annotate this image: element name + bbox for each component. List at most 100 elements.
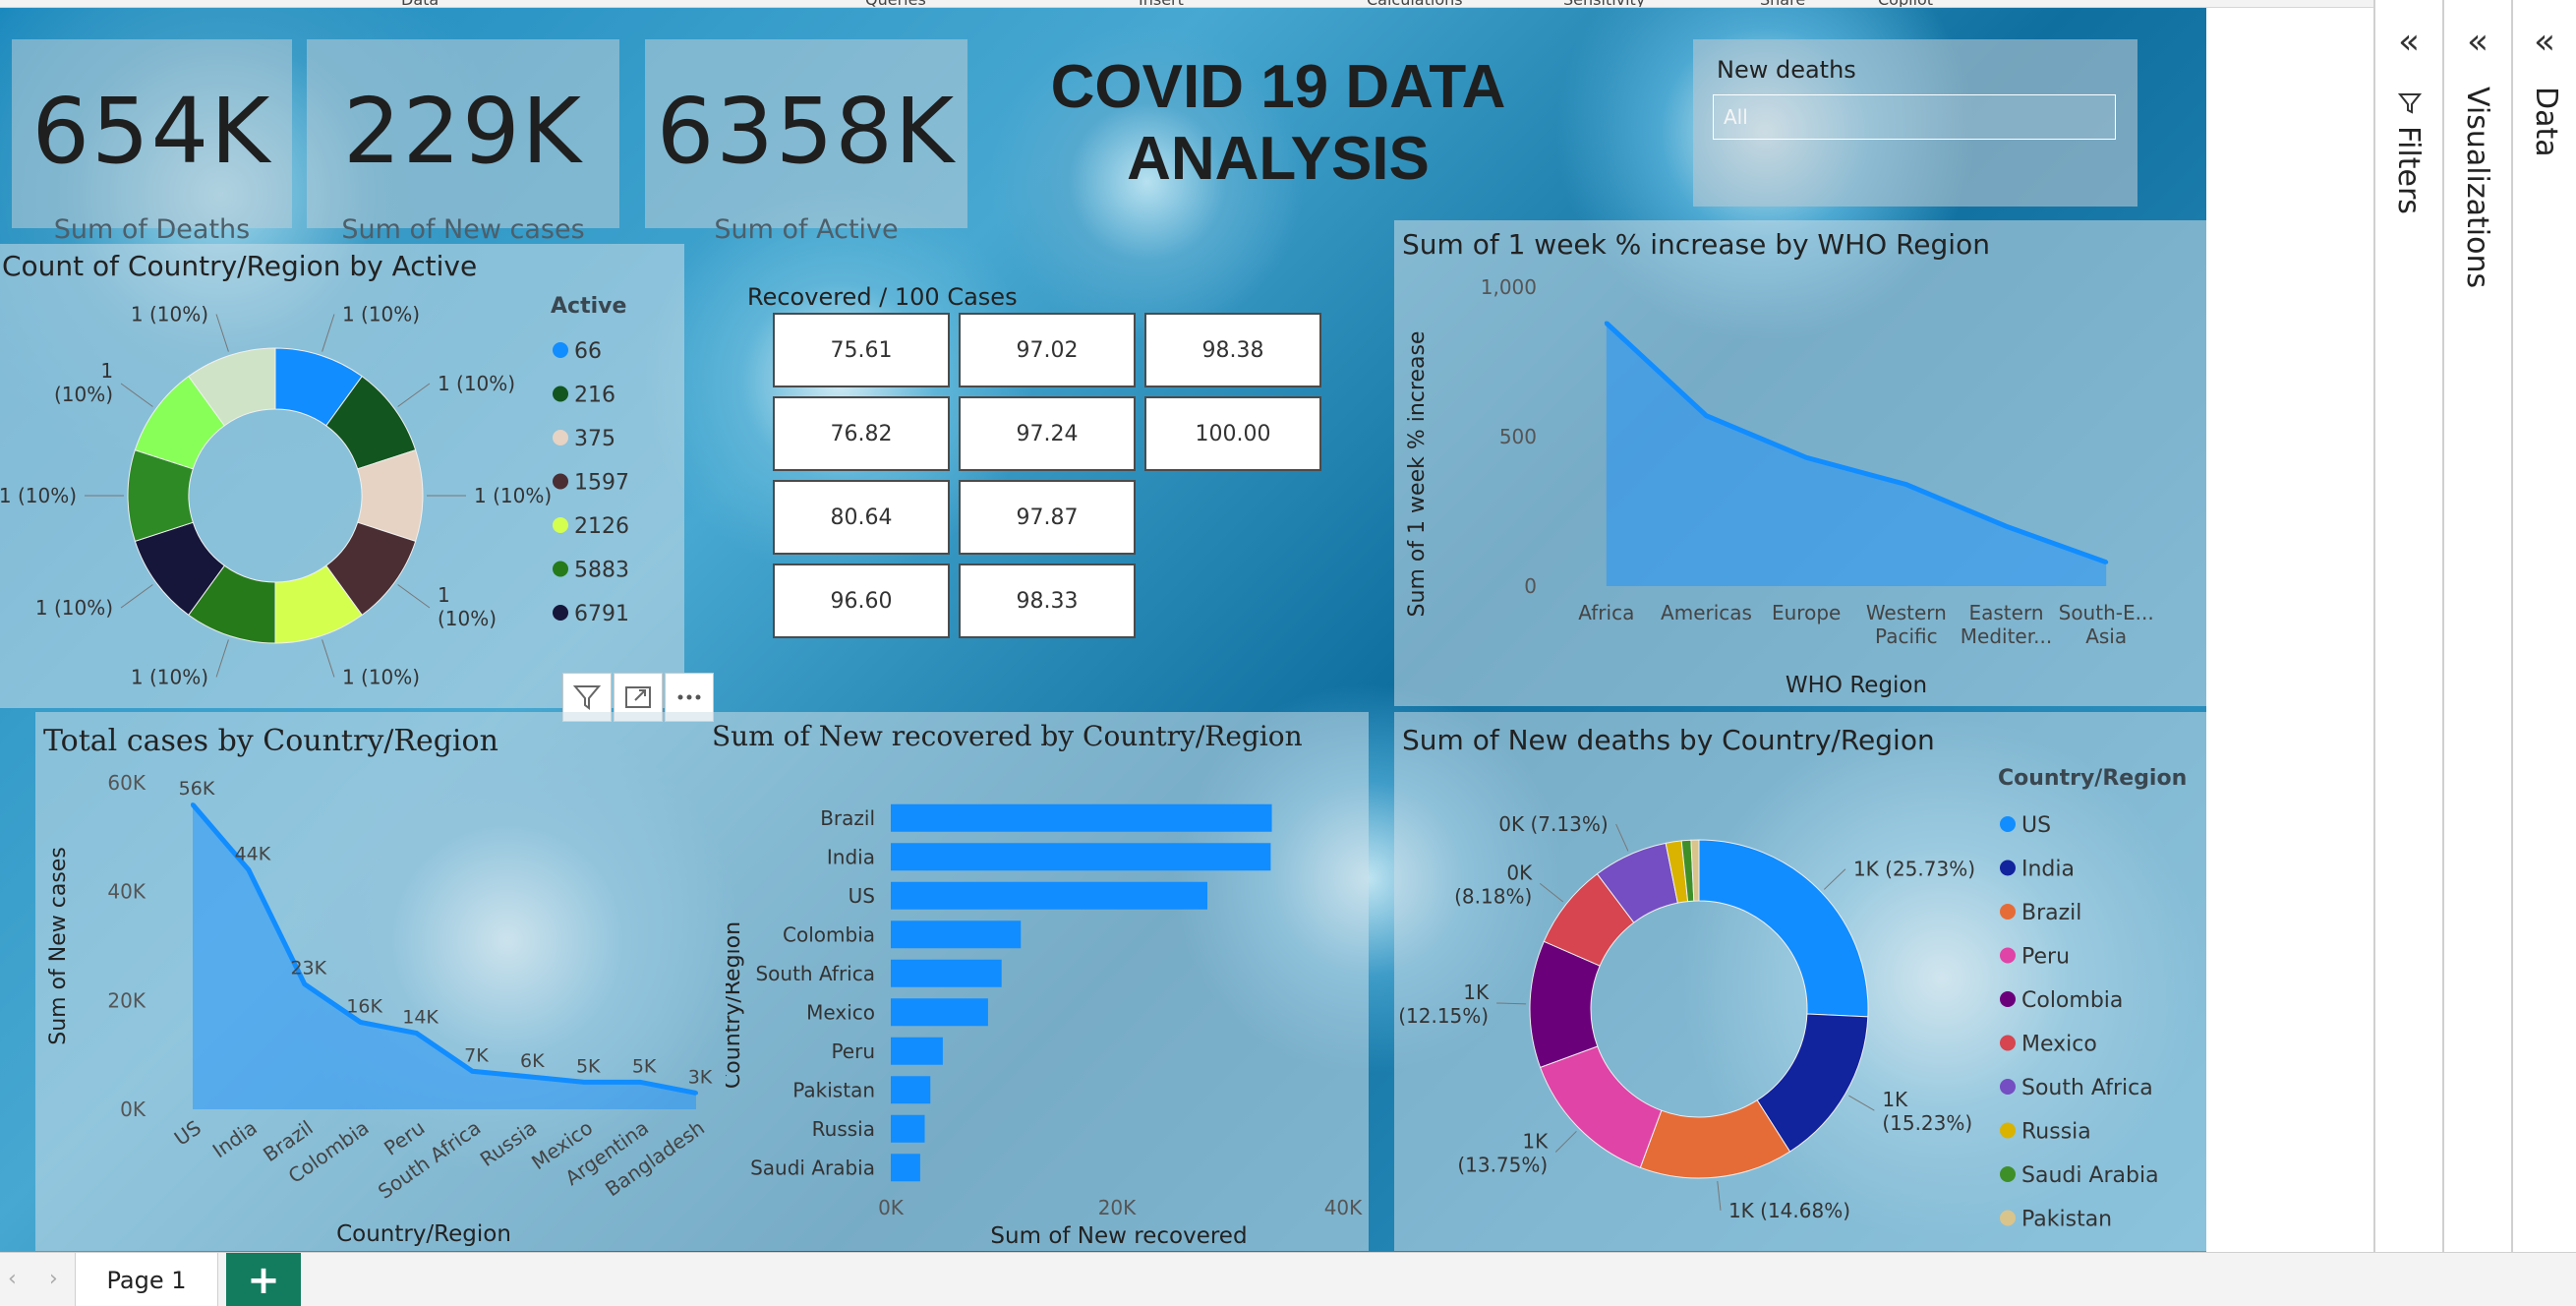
who-region-area-visual[interactable]: Sum of 1 week % increase by WHO Region 0… <box>1394 220 2206 706</box>
y-tick-label: 60K <box>107 771 146 795</box>
ribbon-tab-queries[interactable]: Queries <box>865 0 926 7</box>
add-page-button[interactable]: + <box>226 1253 301 1306</box>
legend-marker <box>553 561 568 577</box>
legend-label: 2126 <box>574 514 629 539</box>
table-cell[interactable]: 97.87 <box>959 480 1136 555</box>
slice-label: 1 (10%) <box>35 596 113 620</box>
table-cell[interactable]: 98.38 <box>1144 313 1321 387</box>
leader-line <box>120 383 153 407</box>
data-point <box>358 1020 363 1025</box>
legend-marker <box>2000 904 2016 920</box>
kpi-label: Sum of Active <box>714 214 899 245</box>
legend-marker <box>553 430 568 445</box>
x-tick-label: South-E... Asia <box>2059 601 2154 648</box>
table-cell[interactable]: 96.60 <box>773 564 950 638</box>
table-cell[interactable]: 98.33 <box>959 564 1136 638</box>
slice-label-line: (10%) <box>54 383 113 406</box>
bar <box>891 1114 925 1143</box>
data-label: 56K <box>179 778 215 800</box>
ribbon-tab-data[interactable]: Data <box>401 0 439 7</box>
slice-label: 1K (14.68%) <box>1728 1199 1850 1222</box>
slice-label-line: (10%) <box>438 607 497 630</box>
kpi-value: 654K <box>31 79 272 184</box>
x-tick-label-line: South-E... <box>2059 601 2154 624</box>
data-label: 14K <box>402 1007 439 1029</box>
data-point <box>246 867 251 872</box>
legend-label: 375 <box>574 427 615 451</box>
table-cell[interactable]: 97.24 <box>959 396 1136 471</box>
slice-label: 1K (13.75%) <box>1457 1130 1549 1177</box>
table-cell[interactable]: 80.64 <box>773 480 950 555</box>
x-tick-label-line: Americas <box>1661 601 1752 624</box>
slice-label-line: 1 <box>438 583 450 607</box>
visualizations-pane[interactable]: « Visualizations <box>2442 0 2511 1252</box>
slicer-label: New deaths <box>1717 56 1856 84</box>
table-cell[interactable]: 76.82 <box>773 396 950 471</box>
new-recovered-bar-visual[interactable]: Sum of New recovered by Country/Region B… <box>712 712 1369 1251</box>
data-point <box>638 1080 643 1085</box>
filters-pane[interactable]: « Filters <box>2373 0 2442 1252</box>
kpi-card-new-cases[interactable]: 229K Sum of New cases <box>307 39 619 245</box>
slice-label: 1 (10%) <box>0 484 77 507</box>
y-tick-label: 1,000 <box>1481 275 1537 299</box>
new-deaths-slicer[interactable]: New deaths All <box>1693 39 2137 207</box>
new-deaths-donut-visual[interactable]: Sum of New deaths by Country/Region 1K (… <box>1394 712 2206 1251</box>
leader-line <box>1823 868 1846 890</box>
table-cell[interactable]: 75.61 <box>773 313 950 387</box>
legend-label: Colombia <box>2021 988 2123 1013</box>
y-tick-label: Saudi Arabia <box>750 1156 875 1179</box>
data-point <box>1903 482 1908 487</box>
kpi-card-active[interactable]: 6358K Sum of Active <box>645 39 967 245</box>
legend-label: Brazil <box>2021 901 2081 925</box>
x-axis-title: WHO Region <box>1786 673 1927 698</box>
data-label: 44K <box>235 844 271 865</box>
legend-label: Russia <box>2021 1120 2091 1145</box>
active-donut-chart: 1 (10%)1 (10%)1 (10%)1 (10%)1 (10%)1 (10%… <box>0 294 629 689</box>
y-tick-label: Pakistan <box>792 1078 875 1101</box>
ribbon-tab-insert[interactable]: Insert <box>1139 0 1184 7</box>
kpi-card-deaths[interactable]: 654K Sum of Deaths <box>12 39 292 245</box>
collapse-visualizations-icon[interactable]: « <box>2444 22 2511 62</box>
legend-label: Mexico <box>2021 1033 2097 1057</box>
collapse-filters-icon[interactable]: « <box>2375 22 2442 62</box>
slice-label: 0K (8.18%) <box>1454 861 1533 908</box>
prev-page-icon[interactable]: ‹ <box>8 1267 17 1291</box>
y-tick-label: US <box>849 884 875 908</box>
leader-line <box>1539 883 1564 903</box>
filter-funnel-icon <box>2397 93 2423 114</box>
legend-label: 66 <box>574 339 602 364</box>
y-tick-label: 0K <box>120 1098 146 1121</box>
next-page-icon[interactable]: › <box>49 1267 58 1291</box>
bar <box>891 803 1272 832</box>
slice-label: 1 (10%) <box>131 302 208 326</box>
data-point <box>414 1031 419 1036</box>
slice-label-line: 1 <box>100 359 113 383</box>
slicer-dropdown[interactable]: All <box>1713 94 2116 140</box>
legend-label: India <box>2021 858 2075 882</box>
x-tick-label-line: Pacific <box>1875 624 1938 648</box>
bar <box>891 843 1271 871</box>
slice-label-line: 1K <box>1463 980 1490 1004</box>
table-cell[interactable]: 100.00 <box>1144 396 1321 471</box>
ribbon-tab-copilot[interactable]: Copilot <box>1878 0 1933 7</box>
x-tick-label: India <box>208 1115 262 1162</box>
slice-label-line: 1K (25.73%) <box>1853 858 1975 881</box>
ribbon-tab-sensitivity[interactable]: Sensitivity <box>1563 0 1645 7</box>
data-point <box>694 1091 698 1096</box>
slice-label: 1 (10%) <box>131 666 208 689</box>
ribbon-tab-share[interactable]: Share <box>1760 0 1805 7</box>
y-tick-label: 0 <box>1524 574 1537 598</box>
data-pane[interactable]: « Data <box>2511 0 2576 1252</box>
total-cases-area-visual[interactable]: Total cases by Country/Region 0K 20K 40K 60… <box>35 712 726 1251</box>
ribbon-tab-calculations[interactable]: Calculations <box>1367 0 1463 7</box>
kpi-value: 6358K <box>656 79 957 184</box>
data-point <box>1804 455 1809 460</box>
slice-label: 1K (15.23%) <box>1882 1088 1972 1135</box>
table-cell[interactable]: 97.02 <box>959 313 1136 387</box>
collapse-data-icon[interactable]: « <box>2513 22 2576 62</box>
x-tick-label: 40K <box>1324 1196 1363 1219</box>
recovered-table-title: Recovered / 100 Cases <box>747 283 1018 311</box>
active-donut-visual[interactable]: Count of Country/Region by Active 1 (10%… <box>0 244 684 708</box>
page-tab-page-1[interactable]: Page 1 <box>75 1253 218 1306</box>
legend-marker <box>2000 1122 2016 1139</box>
